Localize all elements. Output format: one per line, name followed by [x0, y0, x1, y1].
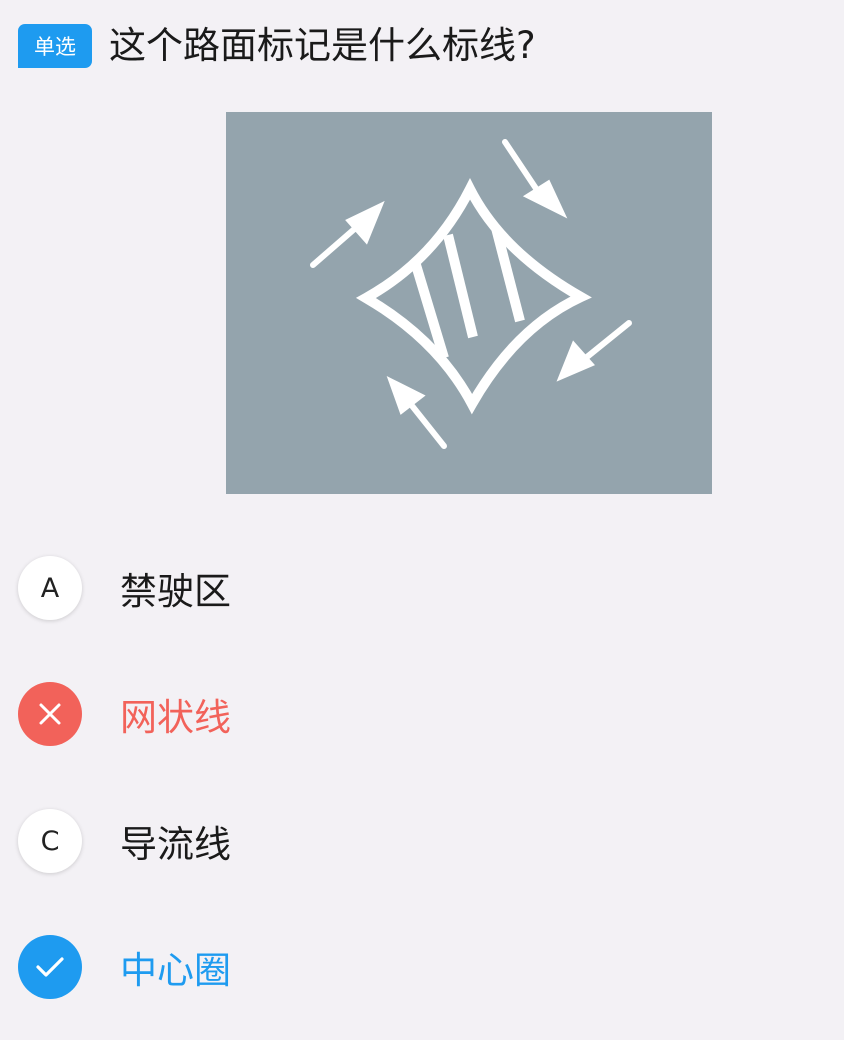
question-type-badge: 单选 — [18, 24, 92, 68]
option-a[interactable]: A 禁驶区 — [18, 555, 798, 621]
option-label-c[interactable]: 导流线 — [120, 814, 231, 868]
question-image — [226, 112, 712, 494]
close-icon[interactable] — [18, 682, 82, 746]
option-c[interactable]: C 导流线 — [18, 808, 798, 874]
question-text: 这个路面标记是什么标线? — [109, 24, 536, 67]
option-d[interactable]: 中心圈 — [18, 934, 798, 1000]
option-marker-a[interactable]: A — [18, 556, 82, 620]
option-b[interactable]: 网状线 — [18, 681, 798, 747]
road-marking-illustration — [226, 112, 712, 494]
option-marker-c[interactable]: C — [18, 809, 82, 873]
option-label-d[interactable]: 中心圈 — [120, 940, 231, 994]
option-label-a[interactable]: 禁驶区 — [120, 561, 231, 615]
option-label-b[interactable]: 网状线 — [120, 687, 231, 741]
check-icon[interactable] — [18, 935, 82, 999]
question-header: 单选 这个路面标记是什么标线? — [18, 18, 536, 74]
